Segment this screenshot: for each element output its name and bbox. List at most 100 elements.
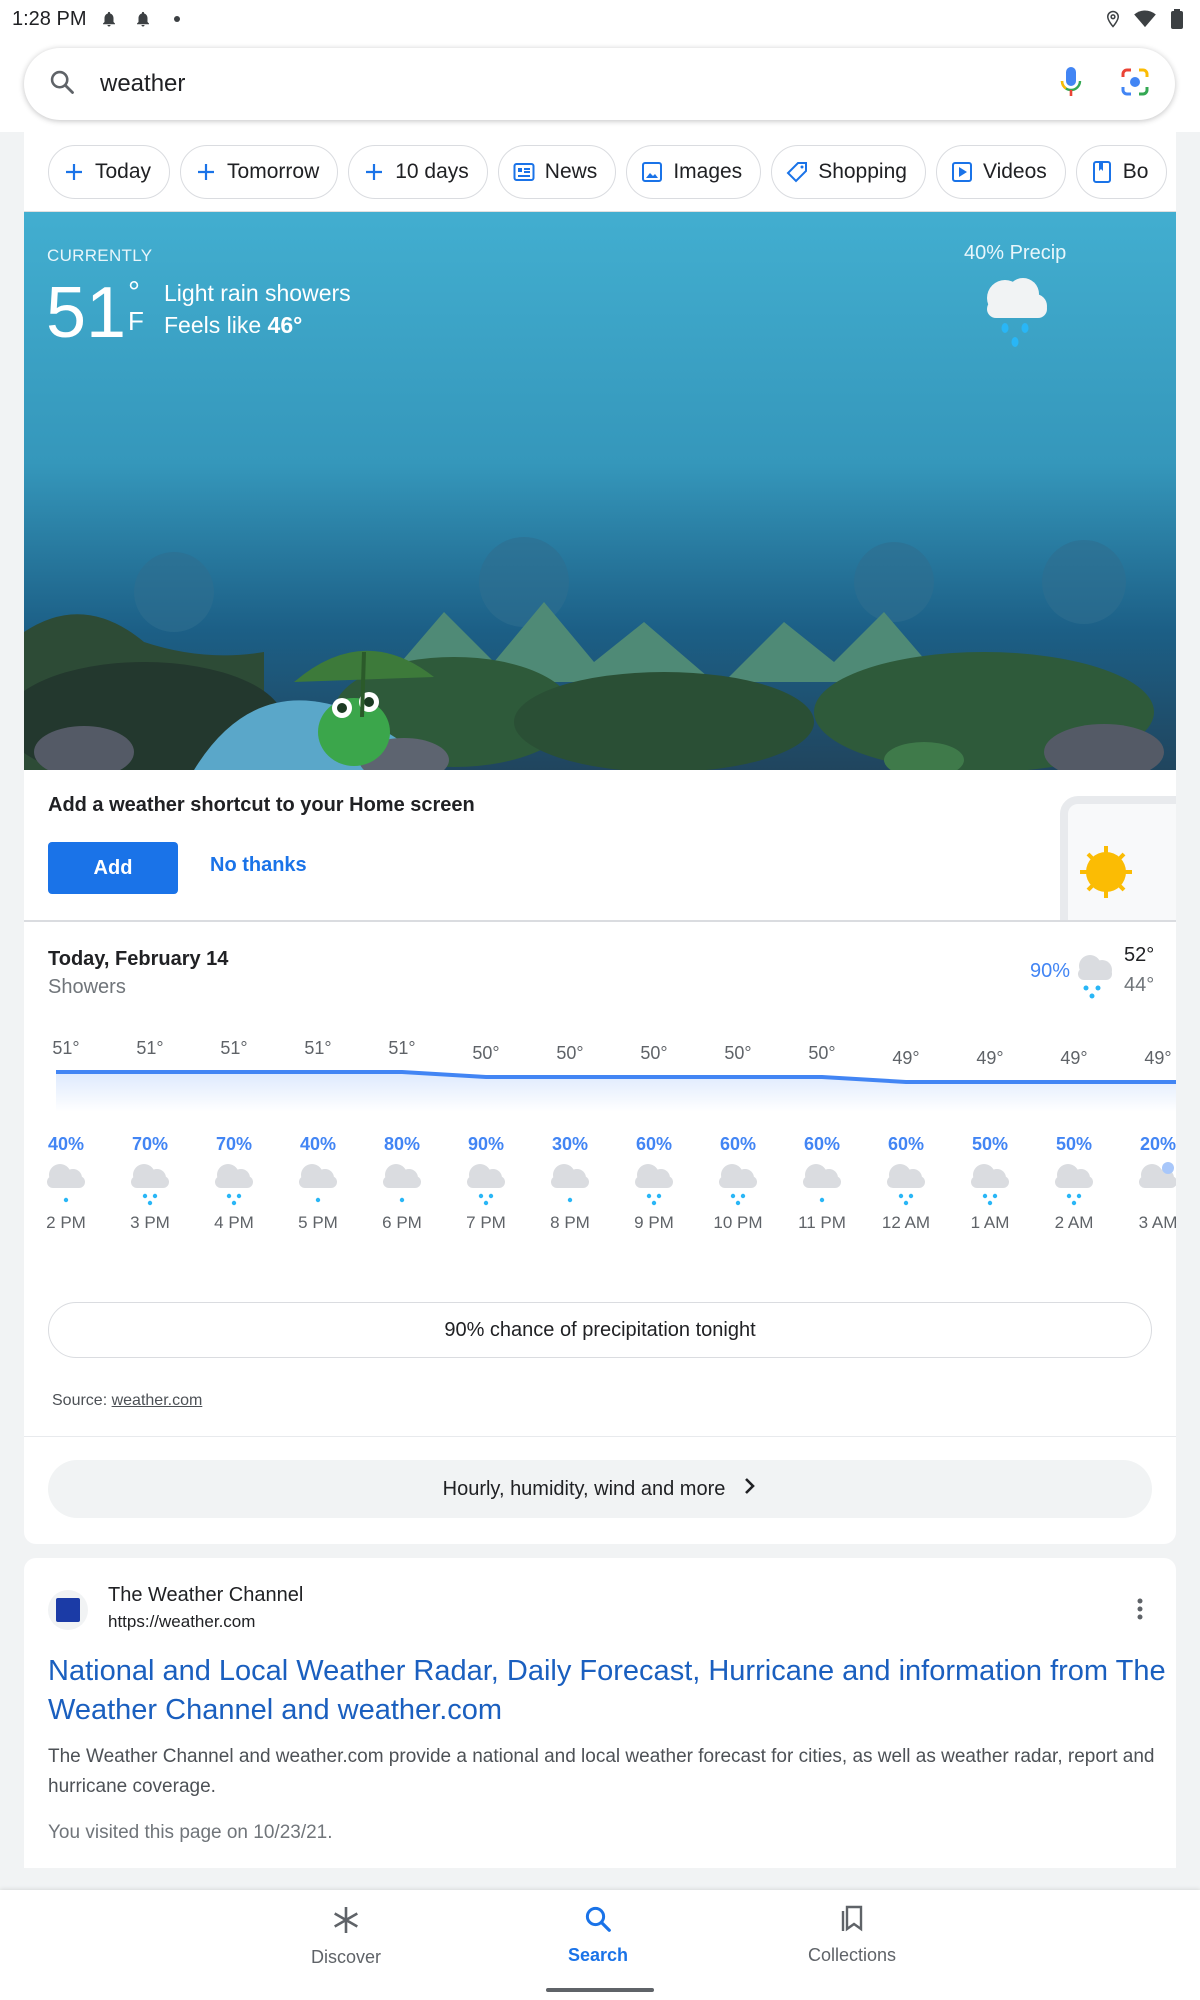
rain-icon — [215, 1164, 253, 1206]
hour-precip-label: 80% — [384, 1134, 420, 1154]
status-bar: 1:28 PM — [0, 0, 1200, 38]
more-options-icon[interactable] — [1136, 1598, 1144, 1627]
result-site-name[interactable]: The Weather Channel — [108, 1584, 303, 1607]
chip-tomorrow[interactable]: Tomorrow — [180, 144, 339, 199]
chip-10-days[interactable]: 10 days — [348, 144, 488, 199]
chip-images[interactable]: Images — [626, 144, 762, 199]
search-result: The Weather Channel https://weather.com … — [24, 1558, 1176, 1868]
result-snippet: The Weather Channel and weather.com prov… — [48, 1746, 1155, 1797]
hour-precip-label: 70% — [216, 1134, 252, 1154]
chip-today[interactable]: Today — [48, 144, 171, 199]
hour-time-label: 9 PM — [634, 1213, 674, 1232]
hour-precip-label: 50% — [972, 1134, 1008, 1154]
nav-search[interactable]: Search — [498, 1904, 698, 1966]
feels-like: Feels like 46° — [164, 312, 302, 339]
hour-time-label: 3 PM — [130, 1213, 170, 1232]
light-rain-icon — [383, 1164, 421, 1203]
hour-precip-label: 60% — [636, 1134, 672, 1154]
daily-low: 44° — [1124, 974, 1155, 996]
hour-temp-label: 50° — [808, 1043, 835, 1063]
hour-temp-label: 50° — [556, 1043, 583, 1063]
hourly-forecast-strip[interactable]: 51° 40% 2 PM 51° 70% 3 PM 51° 70% 4 PM 51° 40% 5 PM… — [24, 1032, 1176, 1292]
source-label: Source: — [52, 1392, 108, 1409]
hour-precip-label: 70% — [132, 1134, 168, 1154]
news-icon — [513, 161, 535, 183]
hour-time-label: 5 PM — [298, 1213, 338, 1232]
search-box[interactable]: weather — [24, 48, 1175, 120]
microphone-icon[interactable] — [1059, 66, 1083, 103]
partly-cloudy-night-icon — [1139, 1162, 1176, 1188]
hour-temp-label: 51° — [304, 1038, 331, 1058]
light-rain-icon — [803, 1164, 841, 1203]
result-url[interactable]: https://weather.com — [108, 1612, 255, 1632]
chip-videos[interactable]: Videos — [935, 144, 1066, 199]
hour-precip-label: 40% — [300, 1134, 336, 1154]
add-shortcut-button[interactable]: Add — [48, 842, 178, 894]
hour-precip-label: 40% — [48, 1134, 84, 1154]
source-attribution: Source: weather.com — [52, 1392, 202, 1410]
precip-tonight-banner[interactable]: 90% chance of precipitation tonight — [48, 1302, 1152, 1358]
hour-precip-label: 90% — [468, 1134, 504, 1154]
chip-label: 10 days — [395, 159, 469, 183]
nav-label: Search — [567, 1945, 629, 1965]
rainy-landscape-illustration — [24, 537, 1164, 770]
more-weather-label: Hourly, humidity, wind and more — [442, 1477, 726, 1500]
forecast-date: Today, February 14 — [48, 948, 229, 970]
rain-icon — [467, 1164, 505, 1206]
source-link[interactable]: weather.com — [112, 1392, 203, 1409]
nav-collections[interactable]: Collections — [752, 1904, 952, 1966]
bookmarks-icon — [837, 1904, 867, 1939]
image-icon — [641, 161, 663, 183]
more-notifications-dot-icon — [166, 8, 188, 30]
hour-time-label: 4 PM — [214, 1213, 254, 1232]
light-rain-icon — [299, 1164, 337, 1203]
hour-temp-label: 49° — [892, 1048, 919, 1068]
search-header: weather — [0, 38, 1200, 132]
divider — [24, 1436, 1176, 1437]
forecast-card: Today, February 14 Showers 90% 52° 44° 5… — [24, 922, 1176, 1544]
hour-time-label: 12 AM — [882, 1213, 930, 1232]
chip-books[interactable]: Bo — [1075, 144, 1168, 199]
chip-shopping[interactable]: Shopping — [771, 144, 926, 199]
hour-precip-label: 60% — [804, 1134, 840, 1154]
daily-precip: 90% — [1030, 960, 1071, 982]
rain-icon — [635, 1164, 673, 1206]
hour-temp-label: 50° — [640, 1043, 667, 1063]
nav-label: Collections — [807, 1945, 897, 1965]
hour-time-label: 2 PM — [46, 1213, 86, 1232]
battery-icon — [1166, 8, 1188, 30]
google-lens-icon[interactable] — [1119, 66, 1151, 103]
search-filter-chips: Today Tomorrow 10 days News Images Shopp… — [24, 132, 1176, 212]
rain-icon — [719, 1164, 757, 1206]
search-input[interactable]: weather — [100, 70, 185, 98]
book-icon — [1091, 160, 1113, 183]
rain-icon — [971, 1164, 1009, 1206]
feels-like-label: Feels like — [164, 312, 262, 338]
hour-time-label: 8 PM — [550, 1213, 590, 1232]
plus-icon — [363, 161, 385, 183]
hour-time-label: 3 AM — [1139, 1213, 1176, 1232]
video-icon — [951, 161, 973, 183]
status-time: 1:28 PM — [12, 7, 87, 30]
more-weather-button[interactable]: Hourly, humidity, wind and more — [48, 1460, 1152, 1518]
hour-precip-label: 30% — [552, 1134, 588, 1154]
weather-channel-favicon — [48, 1590, 88, 1630]
temperature-unit-toggle[interactable]: F — [128, 306, 144, 337]
chip-label: News — [544, 159, 598, 183]
current-weather-hero[interactable]: CURRENTLY 51 ° F Light rain showers Feel… — [24, 212, 1176, 770]
plus-icon — [195, 161, 217, 183]
result-title-link[interactable]: National and Local Weather Radar, Daily … — [48, 1652, 1168, 1730]
chip-news[interactable]: News — [497, 144, 617, 199]
nav-discover[interactable]: Discover — [246, 1904, 446, 1968]
hour-time-label: 7 PM — [466, 1213, 506, 1232]
tag-icon — [786, 161, 808, 183]
gesture-home-indicator[interactable] — [546, 1988, 654, 1992]
hour-temp-label: 50° — [472, 1043, 499, 1063]
hour-precip-label: 20% — [1140, 1134, 1176, 1154]
hour-temp-label: 51° — [52, 1038, 79, 1058]
feels-like-value: 46° — [267, 312, 303, 338]
search-icon[interactable] — [48, 68, 76, 101]
current-precip: 40% Precip — [964, 242, 1067, 264]
light-rain-icon — [551, 1164, 589, 1203]
no-thanks-button[interactable]: No thanks — [210, 854, 307, 877]
